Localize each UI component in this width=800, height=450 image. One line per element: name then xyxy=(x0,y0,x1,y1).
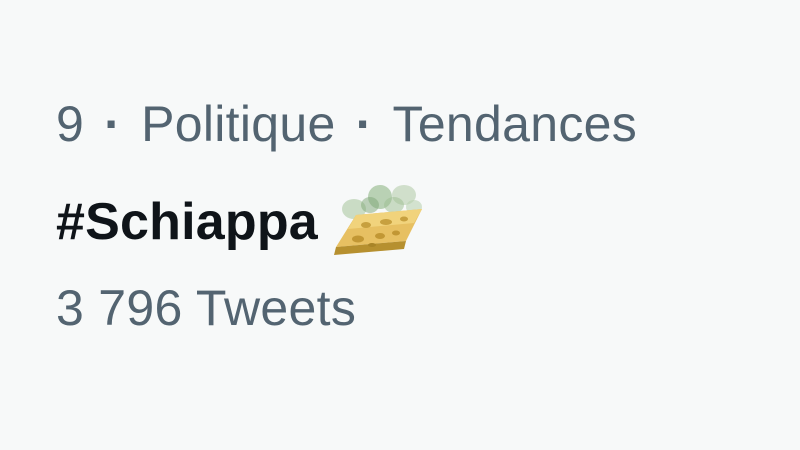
trend-rank: 9 xyxy=(56,96,85,152)
separator-dot: · xyxy=(104,96,122,152)
cheese-icon xyxy=(330,179,426,259)
trend-name-row: #Schiappa xyxy=(56,185,786,255)
tweet-count-value: 3 796 xyxy=(56,280,183,336)
trend-category: Politique xyxy=(141,96,336,152)
trend-item[interactable]: 9 · Politique · Tendances #Schiappa 3 79… xyxy=(56,94,786,338)
separator-dot: · xyxy=(355,96,373,152)
tweet-count: 3 796 Tweets xyxy=(56,278,786,338)
tweet-count-label: Tweets xyxy=(195,280,357,336)
trend-context: 9 · Politique · Tendances xyxy=(56,94,786,154)
trend-section: Tendances xyxy=(392,96,638,152)
trend-hashtag[interactable]: #Schiappa xyxy=(56,192,318,252)
